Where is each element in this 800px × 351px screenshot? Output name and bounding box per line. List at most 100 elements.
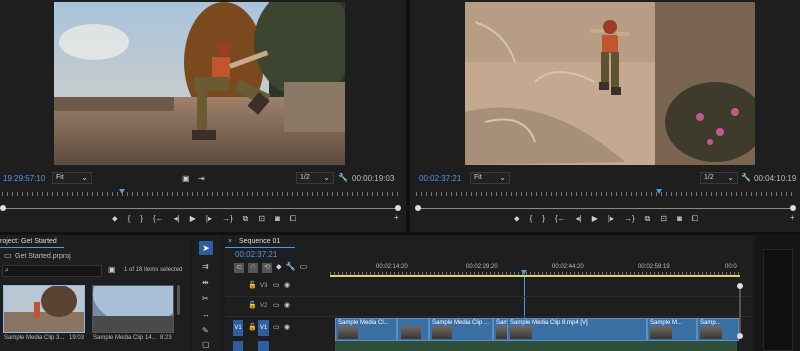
project-tab-title[interactable]: roject: Get Started — [0, 238, 57, 245]
program-timecode[interactable]: 00:02:37:21 — [419, 174, 461, 183]
source-resolution-dropdown[interactable]: 1/2 ⌄ — [296, 172, 334, 184]
project-item-thumbnail[interactable] — [92, 285, 174, 333]
program-resolution-dropdown[interactable]: 1/2 ⌄ — [700, 172, 738, 184]
bin-icon[interactable]: ▣ — [108, 266, 116, 274]
timeline-clip[interactable]: Samp... — [697, 318, 739, 341]
add-marker-icon[interactable]: ⬥ — [276, 263, 282, 273]
program-time-ruler[interactable] — [416, 192, 796, 196]
program-fit-dropdown[interactable]: Fit ⌄ — [470, 172, 510, 184]
eye-icon[interactable]: ◉ — [284, 324, 290, 332]
slip-icon[interactable]: ↔ — [202, 311, 210, 319]
linked-selection-icon[interactable]: ⟲ — [262, 263, 272, 273]
eye-icon[interactable]: ◉ — [284, 282, 290, 290]
lock-icon[interactable]: 🔓 — [248, 282, 257, 290]
marker-icon[interactable]: ⬥ — [112, 215, 118, 223]
lift-icon[interactable]: ⧉ — [645, 215, 651, 223]
marker-icon[interactable]: ⬥ — [514, 215, 520, 223]
export-frame-icon[interactable]: ◙ — [275, 215, 280, 223]
out-point-icon[interactable]: } — [542, 215, 545, 223]
snap-icon[interactable]: ∩ — [248, 263, 258, 273]
project-scrollbar[interactable] — [177, 285, 180, 315]
project-item-duration: 19:03 — [69, 335, 85, 341]
timeline-vertical-scrollbar[interactable] — [739, 289, 741, 333]
project-item-thumbnail[interactable] — [3, 285, 85, 333]
source-video-frame[interactable] — [54, 2, 345, 165]
source-video-image — [54, 2, 345, 165]
source-time-ruler[interactable] — [2, 192, 400, 196]
go-to-out-icon[interactable]: →} — [624, 215, 635, 223]
source-settings-icon[interactable]: ▣ — [182, 175, 190, 183]
source-playhead[interactable] — [119, 189, 125, 194]
extract-icon[interactable]: ⊡ — [660, 215, 667, 223]
program-zoom-handle-right[interactable] — [790, 205, 796, 211]
timeline-clip[interactable]: Sample Media Cl... — [335, 318, 397, 341]
toggle-sync-lock-icon[interactable]: ▭ — [273, 282, 280, 290]
track-select-icon[interactable]: ⇉ — [202, 263, 209, 271]
play-icon[interactable]: ▶ — [592, 215, 598, 223]
timeline-tab-close-icon[interactable]: × — [228, 238, 232, 245]
timeline-timecode[interactable]: 00:02:37:21 — [235, 250, 277, 259]
wrench-icon[interactable]: 🔧 — [286, 263, 296, 273]
work-area-bar[interactable] — [330, 275, 740, 277]
project-search-input[interactable]: ⌕ — [2, 265, 102, 277]
step-back-icon[interactable]: ◂| — [174, 215, 180, 223]
timeline-clip[interactable]: Sample Media Clip ... — [429, 318, 493, 341]
a1-clip-row[interactable] — [335, 341, 737, 351]
timeline-clip[interactable]: Sample Media Clip 8.mp4 [V] — [507, 318, 647, 341]
track-target-v1[interactable]: V1 — [258, 320, 269, 336]
eye-icon[interactable]: ◉ — [284, 302, 290, 310]
timeline-ruler[interactable]: 00:02:14:20 00:02:29:20 00:02:44:20 00:0… — [330, 261, 740, 275]
source-zoom-bar[interactable] — [3, 208, 398, 209]
program-zoom-handle-left[interactable] — [415, 205, 421, 211]
ripple-edit-icon[interactable]: ⇹ — [202, 279, 209, 287]
out-point-icon[interactable]: } — [140, 215, 143, 223]
wrench-icon[interactable]: 🔧 — [741, 174, 751, 182]
play-icon[interactable]: ▶ — [190, 215, 196, 223]
source-patch-v1[interactable]: V1 — [233, 320, 243, 336]
search-icon: ⌕ — [5, 267, 9, 274]
lock-icon[interactable]: 🔓 — [248, 324, 257, 332]
hand-icon[interactable]: ▢ — [202, 341, 210, 349]
source-zoom-handle-left[interactable] — [0, 205, 6, 211]
source-drag-video-icon[interactable]: ⇥ — [198, 175, 205, 183]
lock-icon[interactable]: 🔓 — [248, 302, 257, 310]
selection-tool-icon[interactable]: ➤ — [199, 241, 213, 255]
button-editor-icon[interactable]: ⧠ — [290, 215, 296, 223]
ruler-label: 00:02:29:20 — [466, 264, 498, 270]
step-forward-icon[interactable]: |▸ — [608, 215, 614, 223]
overwrite-icon[interactable]: ⊡ — [258, 215, 265, 223]
program-video-frame[interactable] — [465, 2, 755, 165]
in-point-icon[interactable]: { — [128, 215, 131, 223]
pen-icon[interactable]: ✎ — [202, 327, 209, 335]
timeline-clip[interactable]: Sample M... — [647, 318, 697, 341]
source-timecode[interactable]: 19:29:57:10 — [3, 174, 45, 183]
toggle-sync-lock-icon[interactable]: ▭ — [273, 302, 280, 310]
nest-icon[interactable]: ⊂ — [234, 263, 244, 273]
wrench-icon[interactable]: 🔧 — [338, 174, 348, 182]
add-button-icon[interactable]: + — [790, 214, 795, 222]
button-editor-icon[interactable]: ⧠ — [692, 215, 698, 223]
program-zoom-bar[interactable] — [418, 208, 793, 209]
timeline-clip[interactable] — [397, 318, 429, 341]
program-resolution-label: 1/2 — [704, 174, 714, 181]
timeline-tab[interactable]: Sequence 01 — [239, 238, 280, 245]
step-back-icon[interactable]: ◂| — [576, 215, 582, 223]
program-playhead[interactable] — [656, 189, 662, 194]
timeline-scrollbar-bottom-handle[interactable] — [737, 333, 743, 339]
go-to-in-icon[interactable]: {← — [153, 215, 164, 223]
captions-icon[interactable]: ▭ — [300, 263, 308, 273]
insert-icon[interactable]: ⧉ — [243, 215, 249, 223]
export-frame-icon[interactable]: ◙ — [677, 215, 682, 223]
toggle-sync-lock-icon[interactable]: ▭ — [273, 324, 280, 332]
in-point-icon[interactable]: { — [530, 215, 533, 223]
source-duration: 00:00:19:03 — [352, 174, 395, 183]
source-zoom-handle-right[interactable] — [395, 205, 401, 211]
go-to-out-icon[interactable]: →} — [222, 215, 233, 223]
source-fit-dropdown[interactable]: Fit ⌄ — [52, 172, 92, 184]
go-to-in-icon[interactable]: {← — [555, 215, 566, 223]
track-a1-target[interactable] — [258, 341, 269, 351]
razor-icon[interactable]: ✂ — [202, 295, 209, 303]
track-label: V2 — [260, 303, 268, 309]
step-forward-icon[interactable]: |▸ — [206, 215, 212, 223]
add-button-icon[interactable]: + — [394, 214, 399, 222]
